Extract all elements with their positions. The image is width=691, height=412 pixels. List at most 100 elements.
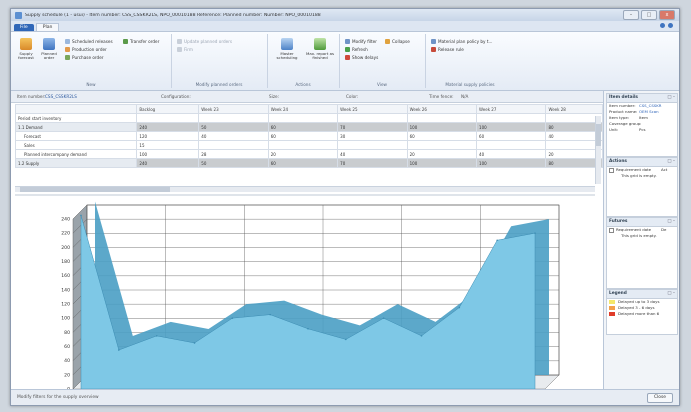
grid-row[interactable]: Planned intercompany demand 100 28 20 40 20 40…	[14, 149, 603, 159]
grid-horizontal-scrollbar[interactable]	[15, 186, 595, 192]
modify-filter-label: Modify filter	[352, 39, 377, 44]
grid-cell[interactable]: 70	[337, 158, 408, 168]
chart-y-tick-label: 220	[61, 231, 70, 237]
grid-row[interactable]: Period start inventory	[14, 113, 603, 123]
minimize-button[interactable]: –	[623, 10, 639, 20]
grid-vertical-scrollbar[interactable]	[595, 116, 601, 184]
grid-row[interactable]: 1.1 Demand 240 50 60 70 100 100 80	[14, 122, 603, 132]
purchase-order-button[interactable]: Purchase order	[65, 55, 104, 60]
supply-forecast-button[interactable]: Supply forecast	[15, 38, 37, 61]
grid-vscroll-thumb[interactable]	[596, 124, 601, 146]
tab-plan[interactable]: Plan	[35, 23, 60, 31]
grid-cell[interactable]: 60	[267, 131, 339, 141]
grid-cell[interactable]: 30	[337, 131, 408, 141]
tab-file[interactable]: File	[14, 24, 34, 31]
grid-cell[interactable]: 60	[476, 131, 547, 141]
chart-data-point	[420, 335, 423, 337]
firm-button[interactable]: Firm	[177, 47, 193, 52]
grid-cell[interactable]	[267, 113, 339, 123]
scheduled-releases-button[interactable]: Scheduled releases	[65, 39, 113, 44]
chart-data-point	[193, 342, 196, 344]
futures-collapse-icon[interactable]: □ –	[667, 218, 675, 226]
grid-cell[interactable]: 40	[337, 149, 408, 159]
grid-cell[interactable]: 100	[476, 158, 547, 168]
grid-cell[interactable]	[476, 140, 547, 150]
grid-row[interactable]: Forecast 120 40 60 30 60 60 40	[14, 131, 603, 141]
legend-panel: Legend □ – Delayed up to 3 days Delayed 3 …	[606, 289, 678, 335]
production-order-button[interactable]: Production order	[65, 47, 107, 52]
group-label-policies: Material supply policies	[445, 82, 495, 87]
grid-cell[interactable]: 40	[476, 149, 547, 159]
max-report-button[interactable]: Max. report as finished	[305, 38, 335, 61]
grid-column-header[interactable]: Backlog	[136, 104, 200, 114]
grid-column-header[interactable]: Week 28	[545, 104, 603, 114]
legend-swatch	[609, 312, 615, 316]
back-icon[interactable]	[660, 23, 665, 28]
grid-cell[interactable]: 40	[198, 131, 269, 141]
planned-order-button[interactable]: Planned order	[38, 38, 60, 61]
legend-title-text: Legend	[609, 291, 627, 296]
grid-hscroll-thumb[interactable]	[20, 187, 170, 192]
ribbon-group-new: Supply forecast Planned order Scheduled …	[11, 34, 172, 88]
grid-cell[interactable]: 100	[406, 158, 478, 168]
grid-cell[interactable]: 20	[406, 149, 478, 159]
grid-cell[interactable]	[406, 113, 478, 123]
grid-cell[interactable]: 240	[136, 158, 200, 168]
grid-cell[interactable]: 60	[267, 122, 339, 132]
grid-cell[interactable]: 100	[406, 122, 478, 132]
grid-cell[interactable]	[406, 140, 478, 150]
futures-checkbox[interactable]	[609, 227, 614, 233]
transfer-order-button[interactable]: Transfer order	[123, 39, 159, 44]
grid-cell[interactable]: 100	[476, 122, 547, 132]
grid-row[interactable]: Sales 15	[14, 140, 603, 150]
actions-collapse-icon[interactable]: □ –	[667, 158, 675, 166]
maximize-button[interactable]: □	[641, 10, 657, 20]
chart-y-tick-label: 180	[61, 259, 70, 265]
release-rule-button[interactable]: Release rule	[431, 47, 464, 52]
splitter[interactable]	[15, 194, 595, 196]
help-icon[interactable]	[668, 23, 673, 28]
grid-cell[interactable]: 15	[136, 140, 200, 150]
grid-cell[interactable]: 50	[198, 122, 269, 132]
grid-cell[interactable]: 60	[267, 158, 339, 168]
grid-cell[interactable]	[267, 140, 339, 150]
grid-cell[interactable]: 50	[198, 158, 269, 168]
update-planned-orders-button[interactable]: Update planned orders	[177, 39, 232, 44]
item-number-value[interactable]: CSS_CSSKR2LS	[45, 94, 77, 99]
collapse-icon	[385, 39, 390, 44]
grid-cell[interactable]: 20	[267, 149, 339, 159]
legend-collapse-icon[interactable]: □ –	[667, 290, 675, 298]
grid-cell[interactable]: 70	[337, 122, 408, 132]
grid-cell[interactable]	[198, 113, 269, 123]
grid-cell[interactable]: 60	[406, 131, 478, 141]
show-delays-button[interactable]: Show delays	[345, 55, 378, 60]
size-label: Size:	[269, 94, 280, 99]
close-button[interactable]: Close	[647, 393, 673, 403]
grid-cell[interactable]	[198, 140, 269, 150]
grid-column-header[interactable]: Week 24	[267, 104, 339, 114]
grid-cell[interactable]: 240	[136, 122, 200, 132]
grid-cell[interactable]: 100	[136, 149, 200, 159]
chart-data-point	[496, 239, 498, 242]
panel-collapse-icon[interactable]: □ –	[667, 94, 675, 102]
grid-column-header[interactable]: Week 25	[337, 104, 408, 114]
grid-row[interactable]: 1.2 Supply 240 50 60 70 100 100 80	[14, 158, 603, 168]
chart-y-tick-label: 80	[64, 330, 70, 336]
material-plan-policy-button[interactable]: Material plan policy by t...	[431, 39, 492, 44]
grid-cell[interactable]: 120	[136, 131, 200, 141]
grid-cell[interactable]: 28	[198, 149, 269, 159]
modify-filter-button[interactable]: Modify filter	[345, 39, 377, 44]
grid-cell[interactable]	[476, 113, 547, 123]
grid-cell[interactable]	[337, 140, 408, 150]
master-scheduling-button[interactable]: Master scheduling	[273, 38, 301, 61]
grid-column-header[interactable]: Week 26	[406, 104, 478, 114]
grid-column-header[interactable]: Week 27	[476, 104, 547, 114]
grid-cell[interactable]	[136, 113, 200, 123]
grid-cell[interactable]	[337, 113, 408, 123]
actions-checkbox[interactable]	[609, 167, 614, 173]
collapse-button[interactable]: Collapse	[385, 39, 410, 44]
close-window-button[interactable]: x	[659, 10, 675, 20]
grid-column-header[interactable]	[14, 104, 138, 114]
refresh-button[interactable]: Refresh	[345, 47, 368, 52]
grid-column-header[interactable]: Week 23	[198, 104, 269, 114]
